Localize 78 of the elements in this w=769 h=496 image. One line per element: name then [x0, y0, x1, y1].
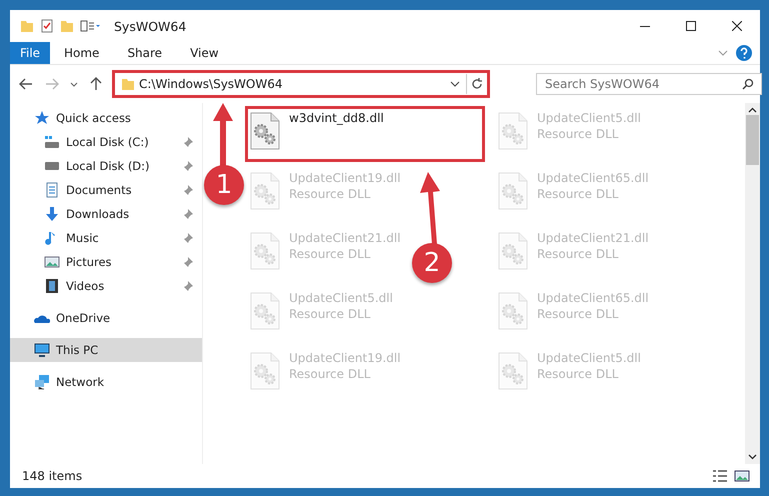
window-title: SysWOW64: [114, 18, 186, 34]
dll-file-icon: [249, 291, 281, 331]
ribbon-tab[interactable]: View: [176, 42, 233, 64]
dll-file-icon: [249, 231, 281, 271]
download-icon: [44, 206, 60, 222]
close-icon: [732, 21, 742, 31]
nav-item[interactable]: Local Disk (D:): [10, 154, 202, 178]
star-icon: [34, 110, 50, 126]
dll-file-icon: [497, 231, 529, 271]
dll-file-icon: [249, 351, 281, 391]
pc-icon: [34, 342, 50, 358]
expand-ribbon-icon[interactable]: [718, 50, 728, 56]
file-type: Resource DLL: [537, 367, 620, 381]
file-name: UpdateClient21.dll: [289, 231, 401, 245]
forward-arrow-icon: [45, 78, 59, 90]
file-name: UpdateClient5.dll: [537, 351, 641, 365]
nav-item[interactable]: Pictures: [10, 250, 202, 274]
address-path: C:\Windows\SysWOW64: [139, 77, 284, 91]
file-tab[interactable]: File: [10, 42, 50, 64]
scroll-thumb[interactable]: [746, 115, 759, 165]
file-name: UpdateClient65.dll: [537, 291, 649, 305]
file-type: Resource DLL: [537, 307, 620, 321]
file-name: UpdateClient19.dll: [289, 351, 401, 365]
ribbon-tab[interactable]: Home: [50, 42, 114, 64]
nav-item[interactable]: Videos: [10, 274, 202, 298]
disk-c-icon: [44, 134, 60, 150]
customize-toolbar-icon[interactable]: [80, 20, 102, 32]
file-name: UpdateClient65.dll: [537, 171, 649, 185]
file-type: Resource DLL: [289, 187, 372, 201]
file-item[interactable]: w3dvint_dd8.dll: [245, 106, 485, 162]
chevron-down-icon: [70, 82, 78, 86]
dropdown-icon[interactable]: [450, 81, 460, 87]
address-field[interactable]: C:\Windows\SysWOW64: [112, 70, 490, 98]
network-icon: [34, 374, 50, 390]
file-name: UpdateClient5.dll: [289, 291, 393, 305]
nav-item[interactable]: Local Disk (C:): [10, 130, 202, 154]
nav-item[interactable]: Network: [10, 370, 202, 394]
dll-file-icon: [497, 291, 529, 331]
scroll-up-icon[interactable]: [748, 107, 757, 113]
file-type: Resource DLL: [289, 307, 372, 321]
item-count: 148 items: [22, 469, 82, 483]
file-name: UpdateClient5.dll: [537, 111, 641, 125]
scrollbar[interactable]: [745, 103, 760, 464]
file-type: Resource DLL: [289, 367, 372, 381]
file-name: w3dvint_dd8.dll: [289, 111, 384, 125]
file-name: UpdateClient19.dll: [289, 171, 401, 185]
file-type: Resource DLL: [289, 247, 372, 261]
pictures-icon: [44, 254, 60, 270]
help-icon[interactable]: [736, 45, 752, 61]
file-name: UpdateClient21.dll: [537, 231, 649, 245]
callout-arrow: [418, 172, 442, 244]
file-type: Resource DLL: [537, 247, 620, 261]
docs-icon: [44, 182, 60, 198]
callout-arrow: [212, 103, 234, 167]
dll-file-icon: [497, 111, 529, 151]
folder-icon: [121, 78, 135, 90]
file-type: Resource DLL: [537, 127, 620, 141]
nav-item[interactable]: Documents: [10, 178, 202, 202]
dll-file-icon: [249, 111, 281, 151]
ribbon-tab[interactable]: Share: [113, 42, 176, 64]
back-arrow-icon: [19, 78, 33, 90]
up-arrow-icon: [90, 77, 102, 91]
dll-file-icon: [497, 351, 529, 391]
scroll-down-icon[interactable]: [748, 454, 757, 460]
dll-file-icon: [249, 171, 281, 211]
dll-file-icon: [497, 171, 529, 211]
large-icons-view-icon[interactable]: [734, 470, 750, 482]
maximize-icon: [686, 21, 696, 31]
file-type: Resource DLL: [537, 187, 620, 201]
nav-item[interactable]: This PC: [10, 338, 202, 362]
details-view-icon[interactable]: [712, 470, 728, 482]
nav-item[interactable]: Downloads: [10, 202, 202, 226]
nav-item[interactable]: Music: [10, 226, 202, 250]
videos-icon: [44, 278, 60, 294]
nav-item[interactable]: OneDrive: [10, 306, 202, 330]
nav-item[interactable]: Quick access: [10, 106, 202, 130]
search-field[interactable]: Search SysWOW64: [536, 73, 762, 95]
properties-icon[interactable]: [40, 19, 54, 33]
